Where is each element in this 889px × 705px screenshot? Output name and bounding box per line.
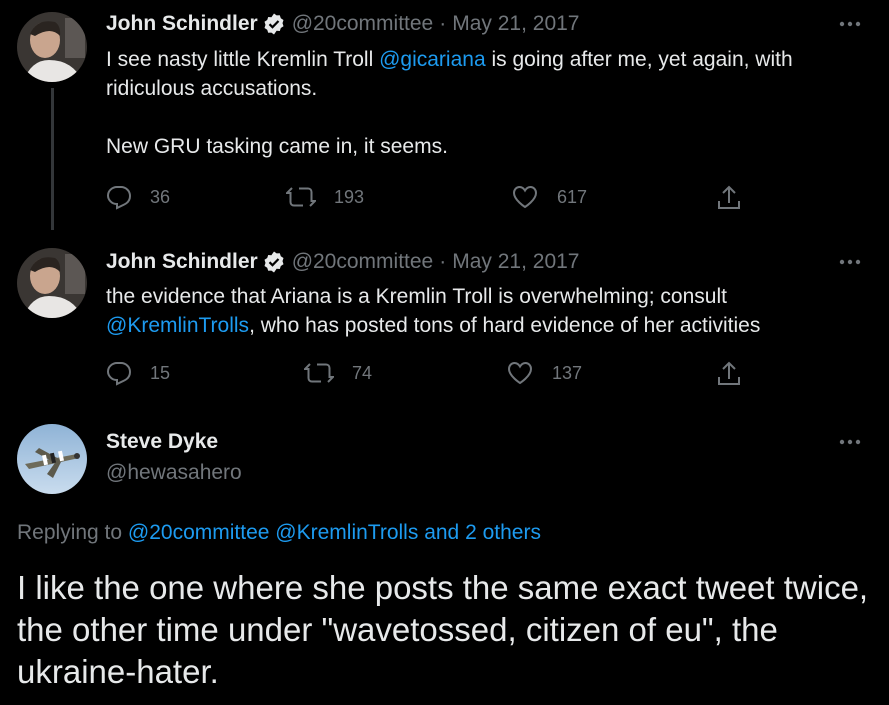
retweet-button[interactable]: 74: [304, 360, 372, 386]
reply-button[interactable]: 15: [106, 360, 170, 386]
author-name[interactable]: John Schindler: [106, 12, 258, 36]
retweet-icon: [304, 363, 334, 383]
meta-separator: ·: [439, 250, 447, 273]
main-tweet-text: I like the one where she posts the same …: [17, 569, 869, 690]
author-name[interactable]: John Schindler: [106, 250, 258, 274]
avatar-john-schindler[interactable]: [17, 248, 87, 318]
heart-icon: [512, 185, 538, 209]
heart-icon: [507, 361, 533, 385]
retweet-icon: [286, 187, 316, 207]
mention-link[interactable]: @KremlinTrolls: [106, 314, 249, 337]
tweet-1-text: I see nasty little Kremlin Troll @gicari…: [106, 45, 866, 161]
tweet-1-header: John Schindler @20committee · May 21, 20…: [106, 12, 580, 36]
author-handle[interactable]: @hewasahero: [106, 461, 242, 485]
more-dots-icon[interactable]: [837, 252, 863, 272]
meta-separator: ·: [439, 12, 447, 35]
share-button[interactable]: [716, 184, 742, 212]
retweet-count: 193: [334, 186, 365, 207]
replying-to-others-link[interactable]: and 2 others: [424, 521, 541, 544]
verified-badge-icon: [262, 250, 286, 274]
like-button[interactable]: 617: [511, 184, 587, 210]
tweet-2-header: John Schindler @20committee · May 21, 20…: [106, 250, 580, 274]
avatar-john-schindler[interactable]: [17, 12, 87, 82]
tweet-2-text: the evidence that Ariana is a Kremlin Tr…: [106, 282, 866, 340]
replying-to-label: Replying to: [17, 521, 128, 544]
author-handle[interactable]: @20committee: [292, 250, 434, 274]
more-dots-icon[interactable]: [837, 432, 863, 452]
tweet-text-part: I see nasty little Kremlin Troll: [106, 48, 380, 71]
tweet-text-paragraph: New GRU tasking came in, it seems.: [106, 135, 448, 158]
share-button[interactable]: [716, 360, 742, 388]
more-dots-icon[interactable]: [837, 14, 863, 34]
like-button[interactable]: 137: [506, 360, 582, 386]
retweet-button[interactable]: 193: [286, 184, 364, 210]
avatar-steve-dyke[interactable]: [17, 424, 87, 494]
reply-icon: [106, 186, 132, 210]
thread-connector-line: [51, 88, 54, 230]
reply-button[interactable]: 36: [106, 184, 170, 210]
like-count: 617: [557, 186, 588, 207]
tweet-2-actions: 15 74 137: [106, 360, 756, 390]
author-handle[interactable]: @20committee: [292, 12, 434, 36]
like-count: 137: [552, 362, 583, 383]
main-tweet-header: Steve Dyke: [106, 430, 218, 454]
reply-count: 36: [150, 186, 171, 207]
reply-count: 15: [150, 362, 171, 383]
replying-to-link-1[interactable]: @20committee: [128, 521, 270, 544]
replying-to-link-2[interactable]: @KremlinTrolls: [275, 521, 418, 544]
verified-badge-icon: [262, 12, 286, 36]
mention-link[interactable]: @gicariana: [379, 48, 486, 71]
reply-icon: [106, 362, 132, 386]
tweet-text-part: , who has posted tons of hard evidence o…: [249, 314, 761, 337]
tweet-date[interactable]: May 21, 2017: [452, 250, 579, 274]
share-icon: [718, 185, 740, 209]
tweet-date[interactable]: May 21, 2017: [452, 12, 579, 36]
tweet-text-part: the evidence that Ariana is a Kremlin Tr…: [106, 285, 727, 308]
share-icon: [718, 361, 740, 385]
replying-to: Replying to @20committee @KremlinTrolls …: [17, 521, 541, 545]
tweet-1-actions: 36 193 617: [106, 184, 756, 214]
author-name[interactable]: Steve Dyke: [106, 430, 218, 454]
retweet-count: 74: [352, 362, 373, 383]
